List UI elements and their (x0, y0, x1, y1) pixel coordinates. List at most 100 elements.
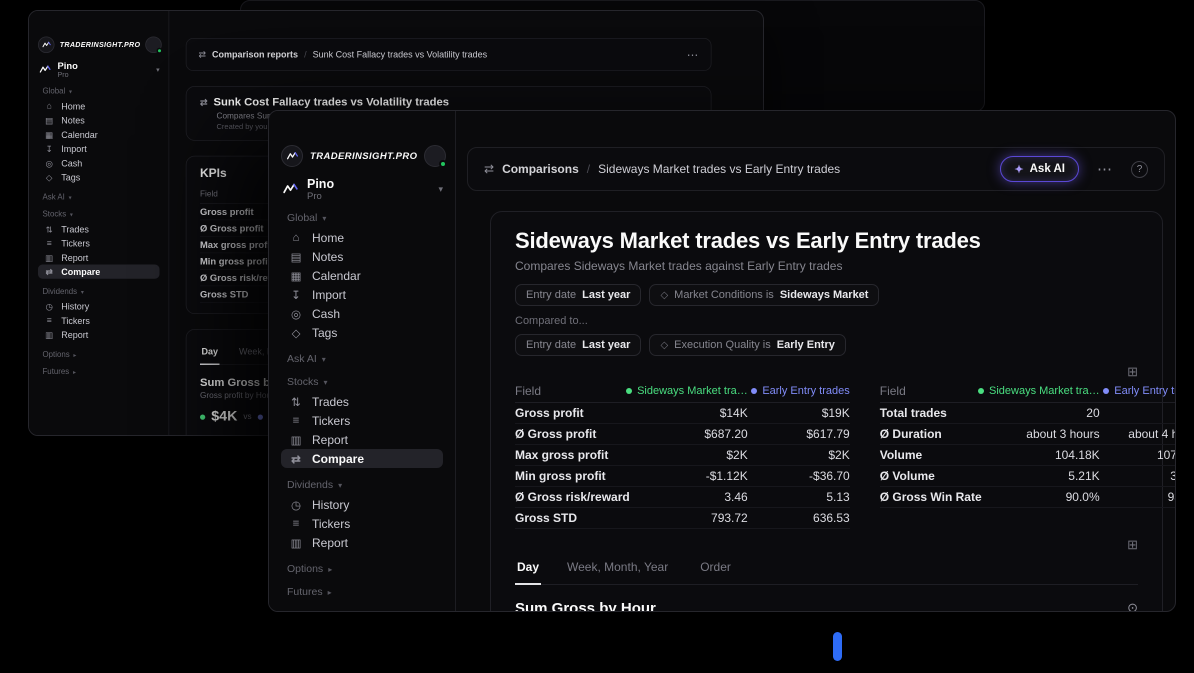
table-options-icon[interactable]: ⊞ (1127, 364, 1138, 379)
filter-chip-market-conditions[interactable]: ◇ Market Conditions is Sideways Market (649, 284, 879, 306)
workspace-logo-icon (281, 181, 299, 198)
sidebar-item-import[interactable]: ↧Import (281, 285, 443, 304)
sidebar-item-report[interactable]: ▥Report (38, 250, 160, 264)
sidebar-item-notes[interactable]: ▤Notes (281, 247, 443, 266)
report-icon: ▥ (289, 433, 303, 447)
chip-label: Entry date (526, 339, 576, 351)
sidebar-section-options[interactable]: Options▸ (43, 350, 156, 359)
sidebar: TRADERINSIGHT.PRO Pino Pro ▾ Global▾ ⌂Ho… (29, 11, 169, 436)
history-icon: ◷ (44, 301, 55, 312)
import-icon: ↧ (44, 143, 55, 154)
sidebar-section-stocks[interactable]: Stocks▾ (287, 376, 437, 388)
sidebar-section-global[interactable]: Global▾ (43, 87, 156, 96)
page-scrollbar-thumb[interactable] (833, 632, 842, 661)
sidebar-item-compare[interactable]: ⇄Compare (38, 265, 160, 279)
sidebar-section-futures[interactable]: Futures▸ (43, 367, 156, 376)
comparison-report-card: Sideways Market trades vs Early Entry tr… (490, 211, 1163, 612)
user-name: Pino (58, 60, 78, 71)
sidebar-item-tickers[interactable]: ≡Tickers (281, 411, 443, 430)
sidebar-section-dividends[interactable]: Dividends▾ (43, 287, 156, 296)
sidebar-item-div-report[interactable]: ▥Report (281, 533, 443, 552)
breadcrumb-root[interactable]: Comparisons (502, 162, 579, 176)
more-menu-button[interactable]: ⋯ (687, 48, 699, 62)
breadcrumb-root[interactable]: Comparison reports (212, 49, 298, 60)
trades-icon: ⇅ (44, 224, 55, 235)
sidebar-item-home[interactable]: ⌂Home (38, 99, 160, 113)
compared-to-label: Compared to... (515, 315, 1138, 327)
chevron-down-icon: ▾ (322, 214, 326, 223)
sidebar-item-notes[interactable]: ▤Notes (38, 113, 160, 127)
camera-icon[interactable]: ⊙ (1127, 600, 1138, 612)
kpi-row: Ø Gross risk/reward3.465.13 (515, 487, 850, 508)
ask-ai-button[interactable]: ✦ Ask AI (1000, 156, 1079, 182)
compare-filters: Entry date Last year ◇ Execution Quality… (515, 334, 1138, 356)
sidebar-item-home[interactable]: ⌂Home (281, 228, 443, 247)
sidebar-item-calendar[interactable]: ▦Calendar (281, 266, 443, 285)
breadcrumb-separator: / (304, 49, 307, 60)
sidebar-section-stocks[interactable]: Stocks▾ (43, 210, 156, 219)
tab-day[interactable]: Day (200, 346, 220, 365)
sidebar-section-ask-ai[interactable]: Ask AI▾ (43, 193, 156, 202)
help-button[interactable]: ? (1131, 161, 1148, 178)
sidebar-item-tags[interactable]: ◇Tags (38, 170, 160, 184)
series-b-header: Early Entry trades (1100, 385, 1176, 397)
tags-icon: ◇ (44, 172, 55, 183)
sidebar-item-div-report[interactable]: ▥Report (38, 328, 160, 342)
sidebar-item-import[interactable]: ↧Import (38, 142, 160, 156)
tab-day[interactable]: Day (515, 560, 541, 585)
kpi-table-left: Field Sideways Market tra… Early Entry t… (515, 379, 850, 529)
workspace-switcher[interactable]: Pino Pro ▾ (38, 61, 160, 79)
kpi-row: Volume104.18K107.65K (880, 445, 1176, 466)
sidebar-item-tags[interactable]: ◇Tags (281, 323, 443, 342)
filter-chip-execution-quality[interactable]: ◇ Execution Quality is Early Entry (649, 334, 845, 356)
sidebar-item-cash[interactable]: ◎Cash (38, 156, 160, 170)
sidebar-item-history[interactable]: ◷History (281, 495, 443, 514)
tab-order[interactable]: Order (698, 560, 733, 584)
sidebar-item-trades[interactable]: ⇅Trades (281, 392, 443, 411)
home-icon: ⌂ (289, 232, 303, 244)
kpi-table-header: Field Sideways Market tra… Early Entry t… (515, 379, 850, 403)
chevron-right-icon: ▸ (328, 565, 332, 574)
sidebar-item-div-tickers[interactable]: ≡Tickers (281, 514, 443, 533)
sidebar-item-tickers[interactable]: ≡Tickers (38, 236, 160, 250)
chevron-down-icon: ▾ (324, 378, 328, 387)
tab-week-month-year[interactable]: Week, Month, Year (565, 560, 670, 584)
chevron-down-icon: ▾ (338, 481, 342, 490)
chart-subtitle: Gross profit by Hour (200, 391, 276, 400)
workspace-switcher[interactable]: Pino Pro ▾ (281, 177, 443, 201)
filter-chip-entry-date[interactable]: Entry date Last year (515, 284, 641, 306)
sidebar-item-div-tickers[interactable]: ≡Tickers (38, 313, 160, 327)
series-a-value: $4K (211, 409, 237, 426)
sidebar-section-options[interactable]: Options▸ (287, 563, 437, 575)
chevron-right-icon: ▸ (73, 351, 76, 358)
series-a-dot (978, 388, 984, 394)
breadcrumb: ⇄ Comparison reports / Sunk Cost Fallacy… (199, 49, 674, 60)
avatar-button[interactable] (424, 145, 446, 167)
series-a-dot (626, 388, 632, 394)
sidebar-header: TRADERINSIGHT.PRO (38, 37, 160, 54)
sidebar-section-ask-ai[interactable]: Ask AI▾ (287, 353, 437, 365)
sidebar: TRADERINSIGHT.PRO Pino Pro ▾ Global▾ ⌂Ho… (269, 111, 456, 611)
sidebar-section-futures[interactable]: Futures▸ (287, 586, 437, 598)
sidebar-item-history[interactable]: ◷History (38, 299, 160, 313)
notes-icon: ▤ (44, 115, 55, 126)
tickers-icon: ≡ (44, 316, 55, 325)
sidebar-item-cash[interactable]: ◎Cash (281, 304, 443, 323)
sidebar-item-calendar[interactable]: ▦Calendar (38, 127, 160, 141)
sidebar-section-global[interactable]: Global▾ (287, 212, 437, 224)
sidebar-item-report[interactable]: ▥Report (281, 430, 443, 449)
sidebar-item-trades[interactable]: ⇅Trades (38, 222, 160, 236)
table-options-icon[interactable]: ⊞ (1127, 537, 1138, 552)
tags-icon: ◇ (289, 326, 303, 340)
avatar-button[interactable] (146, 37, 163, 54)
filter-chip-entry-date-2[interactable]: Entry date Last year (515, 334, 641, 356)
series-a-dot (200, 414, 205, 419)
chart-tabs: Day Week, Month, Year Order (515, 560, 1138, 585)
sidebar-item-compare[interactable]: ⇄Compare (281, 449, 443, 468)
breadcrumb: ⇄ Comparisons / Sideways Market trades v… (484, 162, 990, 176)
primary-filters: Entry date Last year ◇ Market Conditions… (515, 284, 1138, 306)
more-menu-button[interactable]: ⋯ (1097, 160, 1113, 178)
chart-title: Sum Gross by (200, 376, 276, 389)
sidebar-section-dividends[interactable]: Dividends▾ (287, 479, 437, 491)
chip-label: Execution Quality is (674, 339, 771, 351)
